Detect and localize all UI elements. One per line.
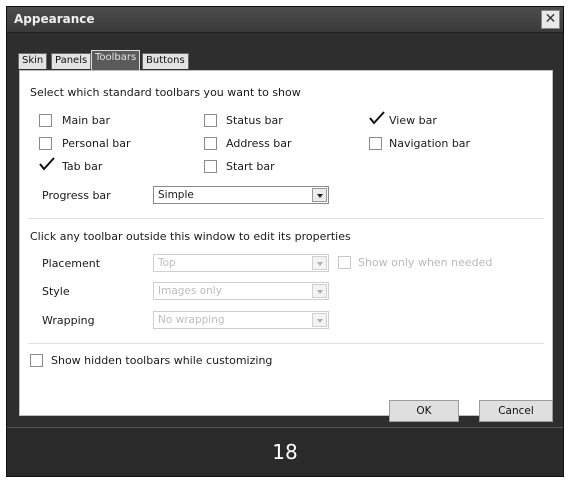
tab-buttons[interactable]: Buttons xyxy=(142,53,189,69)
personal-bar-checkbox[interactable] xyxy=(39,137,52,150)
main-bar-checkbox[interactable] xyxy=(39,114,52,127)
status-bar-checkbox[interactable] xyxy=(204,114,217,127)
address-bar-label: Address bar xyxy=(226,137,292,150)
progress-bar-label: Progress bar xyxy=(42,189,111,202)
personal-bar-label: Personal bar xyxy=(62,137,131,150)
progress-bar-value: Simple xyxy=(158,189,194,201)
tab-bar-label: Tab bar xyxy=(62,160,103,173)
view-bar-checkbox[interactable] xyxy=(369,111,385,127)
status-bar-label: Status bar xyxy=(226,114,283,127)
page-footer: 18 xyxy=(7,427,563,476)
title-bar[interactable]: Appearance ✕ xyxy=(7,7,563,33)
chevron-down-icon xyxy=(312,256,327,270)
dialog-body: Skin Panels Toolbars Buttons Select whic… xyxy=(7,34,563,427)
close-button[interactable]: ✕ xyxy=(541,10,560,29)
show-hidden-toolbars-checkbox[interactable] xyxy=(30,354,43,367)
section-properties-heading: Click any toolbar outside this window to… xyxy=(30,230,351,243)
divider xyxy=(28,343,544,344)
show-only-when-needed-label: Show only when needed xyxy=(358,256,493,269)
chevron-down-icon xyxy=(312,284,327,298)
window-title: Appearance xyxy=(14,12,95,26)
checkmark-icon xyxy=(369,111,385,125)
navigation-bar-label: Navigation bar xyxy=(389,137,471,150)
view-bar-label: View bar xyxy=(389,114,437,127)
progress-bar-select[interactable]: Simple xyxy=(153,186,329,204)
cancel-button[interactable]: Cancel xyxy=(479,400,553,422)
tab-panels[interactable]: Panels xyxy=(51,53,92,69)
tab-bar-checkbox[interactable] xyxy=(39,157,55,173)
style-label: Style xyxy=(42,285,70,298)
page-number: 18 xyxy=(272,440,298,464)
checkmark-icon xyxy=(39,157,55,171)
ok-button[interactable]: OK xyxy=(389,400,459,422)
style-select[interactable]: Images only xyxy=(153,282,329,300)
show-only-when-needed-checkbox[interactable] xyxy=(338,256,351,269)
placement-value: Top xyxy=(158,257,176,269)
wrapping-select[interactable]: No wrapping xyxy=(153,311,329,329)
start-bar-label: Start bar xyxy=(226,160,275,173)
section-toolbars-heading: Select which standard toolbars you want … xyxy=(30,86,301,99)
toolbars-panel: Select which standard toolbars you want … xyxy=(19,70,553,416)
chevron-down-icon xyxy=(312,188,327,202)
main-bar-label: Main bar xyxy=(62,114,111,127)
address-bar-checkbox[interactable] xyxy=(204,137,217,150)
style-value: Images only xyxy=(158,285,222,297)
show-hidden-toolbars-label: Show hidden toolbars while customizing xyxy=(51,354,273,367)
chevron-down-icon xyxy=(312,313,327,327)
wrapping-value: No wrapping xyxy=(158,314,225,326)
tab-skin[interactable]: Skin xyxy=(18,53,48,69)
placement-label: Placement xyxy=(42,257,101,270)
start-bar-checkbox[interactable] xyxy=(204,160,217,173)
close-icon: ✕ xyxy=(544,11,557,27)
tab-toolbars[interactable]: Toolbars xyxy=(91,50,141,70)
navigation-bar-checkbox[interactable] xyxy=(369,137,382,150)
appearance-dialog: Appearance ✕ Skin Panels Toolbars Button… xyxy=(6,6,564,477)
divider xyxy=(28,218,544,219)
wrapping-label: Wrapping xyxy=(42,314,95,327)
placement-select[interactable]: Top xyxy=(153,254,329,272)
